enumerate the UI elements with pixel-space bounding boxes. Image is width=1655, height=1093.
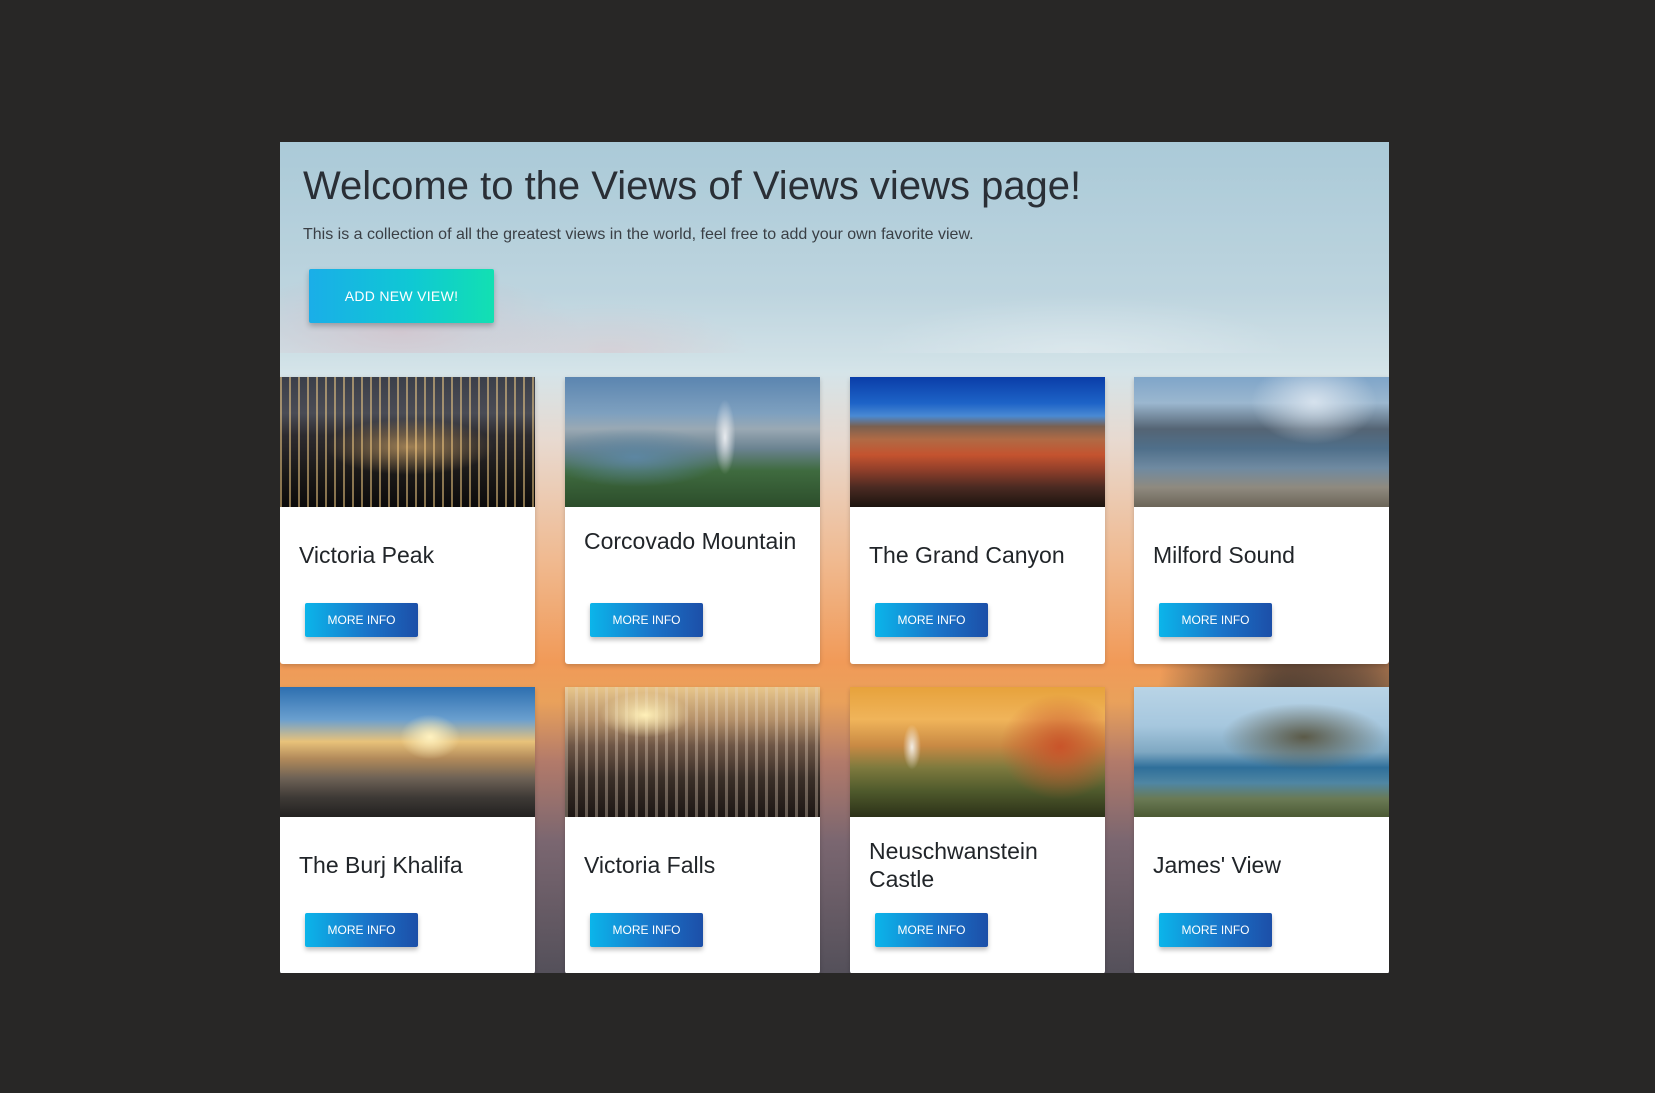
more-info-button[interactable]: MORE INFO <box>875 913 988 947</box>
view-title: The Grand Canyon <box>869 542 1065 568</box>
view-image-victoria-peak <box>280 377 535 507</box>
view-title: Milford Sound <box>1153 542 1295 568</box>
more-info-button[interactable]: MORE INFO <box>305 913 418 947</box>
more-info-button[interactable]: MORE INFO <box>590 913 703 947</box>
more-info-button[interactable]: MORE INFO <box>1159 913 1272 947</box>
more-info-button[interactable]: MORE INFO <box>875 603 988 637</box>
views-page: Welcome to the Views of Views views page… <box>280 142 1389 973</box>
add-new-view-button[interactable]: ADD NEW VIEW! <box>309 269 494 323</box>
view-card-victoria-peak: Victoria Peak MORE INFO <box>280 377 535 664</box>
view-title: Victoria Falls <box>584 852 716 878</box>
view-image-neuschwanstein-castle <box>850 687 1105 817</box>
view-card-james-view: James' View MORE INFO <box>1134 687 1389 973</box>
view-image-grand-canyon <box>850 377 1105 507</box>
view-card-burj-khalifa: The Burj Khalifa MORE INFO <box>280 687 535 973</box>
jumbotron: Welcome to the Views of Views views page… <box>280 142 1389 353</box>
more-info-button[interactable]: MORE INFO <box>590 603 703 637</box>
view-image-corcovado-mountain <box>565 377 820 507</box>
view-image-burj-khalifa <box>280 687 535 817</box>
view-image-milford-sound <box>1134 377 1389 507</box>
view-title: The Burj Khalifa <box>299 852 463 878</box>
view-title: Corcovado Mountain <box>584 528 797 554</box>
view-card-victoria-falls: Victoria Falls MORE INFO <box>565 687 820 973</box>
more-info-button[interactable]: MORE INFO <box>1159 603 1272 637</box>
view-card-corcovado-mountain: Corcovado Mountain MORE INFO <box>565 377 820 664</box>
more-info-button[interactable]: MORE INFO <box>305 603 418 637</box>
view-title: Neuschwanstein Castle <box>869 838 1038 892</box>
view-card-milford-sound: Milford Sound MORE INFO <box>1134 377 1389 664</box>
view-card-neuschwanstein-castle: Neuschwanstein Castle MORE INFO <box>850 687 1105 973</box>
page-title: Welcome to the Views of Views views page… <box>303 164 1082 208</box>
view-image-victoria-falls <box>565 687 820 817</box>
view-title: James' View <box>1153 852 1281 878</box>
view-title: Victoria Peak <box>299 542 435 568</box>
view-image-james-view <box>1134 687 1389 817</box>
view-card-grand-canyon: The Grand Canyon MORE INFO <box>850 377 1105 664</box>
page-lead-text: This is a collection of all the greatest… <box>303 226 974 243</box>
